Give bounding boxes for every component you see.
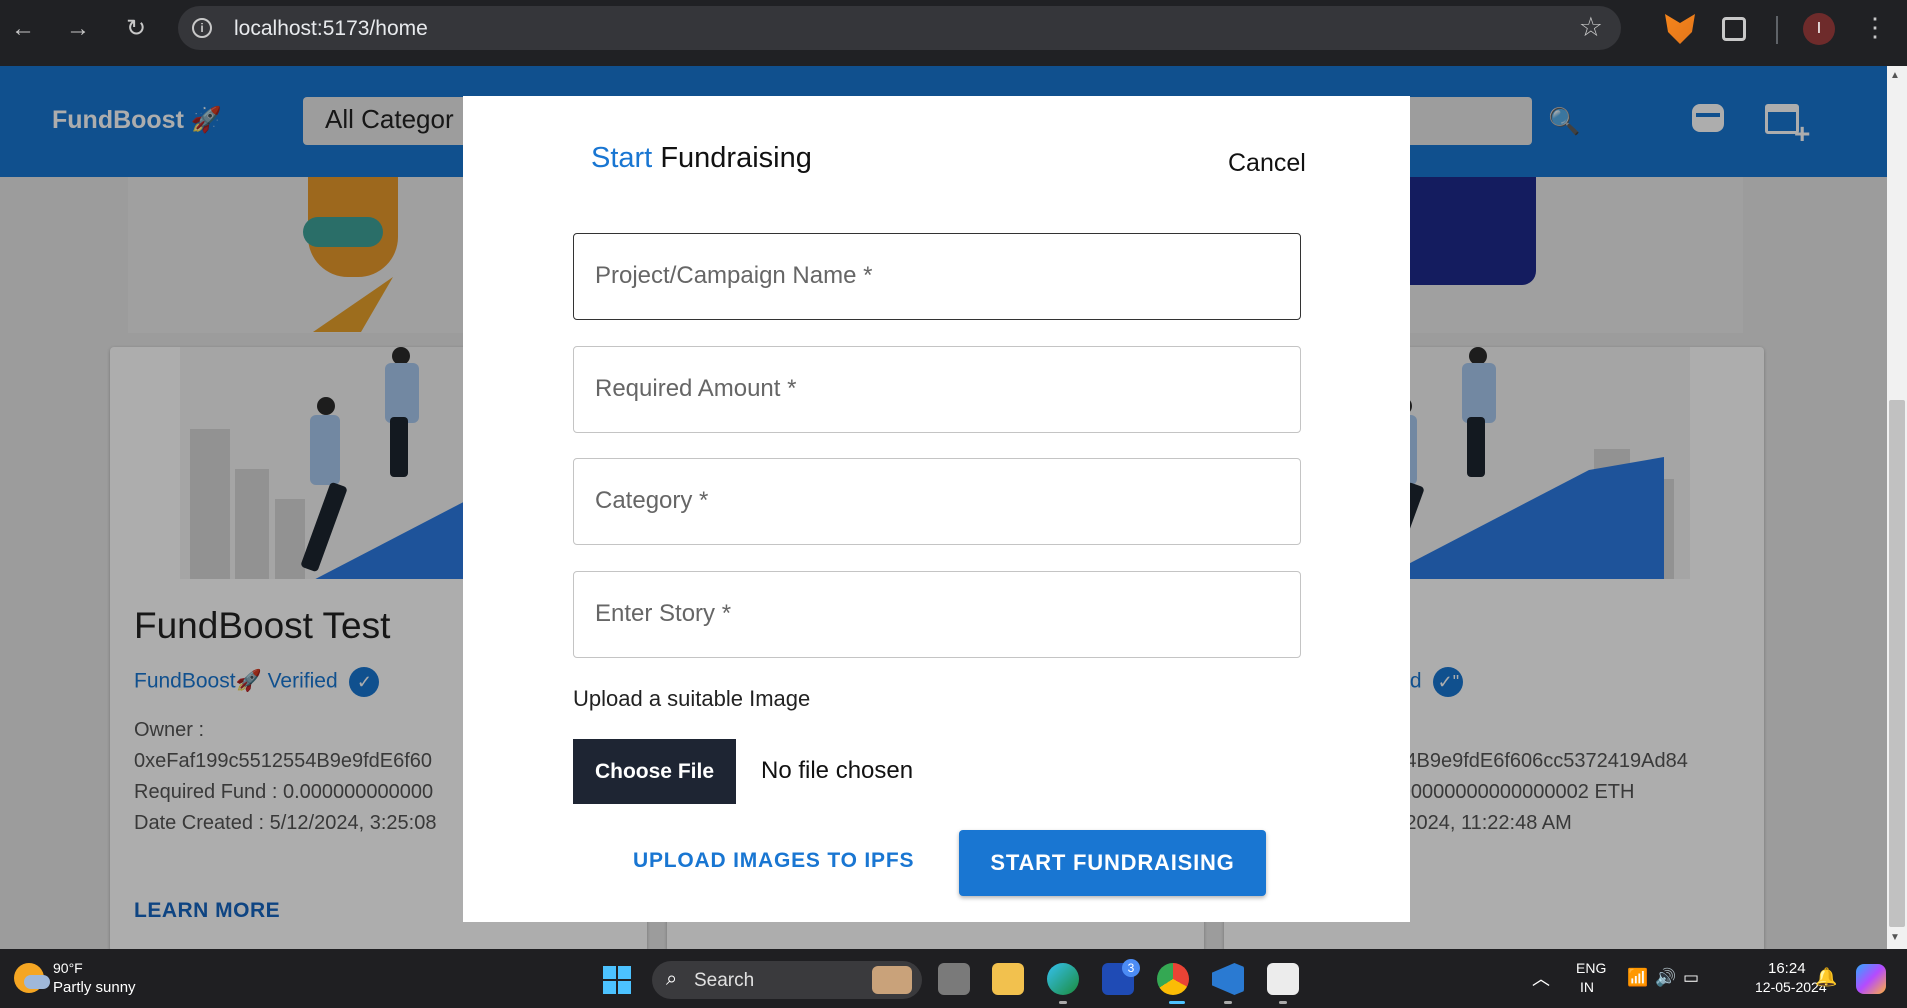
clock-time[interactable]: 16:24 bbox=[1768, 960, 1806, 977]
reload-icon[interactable]: ↻ bbox=[121, 14, 151, 44]
bookmark-star-icon[interactable]: ☆ bbox=[1579, 12, 1603, 43]
campaign-name-placeholder: Project/Campaign Name * bbox=[595, 262, 873, 289]
back-arrow-icon[interactable]: ← bbox=[8, 14, 38, 44]
running-indicator bbox=[1279, 1001, 1287, 1004]
dialog-title-accent: Start bbox=[591, 142, 653, 174]
metamask-fox-icon[interactable] bbox=[1665, 14, 1695, 44]
upload-ipfs-button[interactable]: UPLOAD IMAGES TO IPFS bbox=[633, 849, 914, 873]
upload-image-label: Upload a suitable Image bbox=[573, 686, 811, 711]
cancel-button[interactable]: Cancel bbox=[1228, 149, 1306, 178]
running-indicator bbox=[1224, 1001, 1232, 1004]
task-view-icon[interactable] bbox=[938, 963, 970, 995]
running-indicator bbox=[1059, 1001, 1067, 1004]
required-amount-placeholder: Required Amount * bbox=[595, 375, 797, 402]
start-fundraising-dialog: Start Fundraising Cancel Project/Campaig… bbox=[463, 96, 1410, 922]
windows-start-icon[interactable] bbox=[603, 966, 631, 994]
search-icon: ⌕ bbox=[666, 968, 678, 990]
dialog-title-rest: Fundraising bbox=[660, 142, 812, 174]
tray-overflow-chevron-icon[interactable]: ︿ bbox=[1532, 965, 1550, 991]
toolbar-divider bbox=[1776, 16, 1778, 44]
story-field[interactable]: Enter Story * bbox=[573, 571, 1301, 658]
url-text[interactable]: localhost:5173/home bbox=[234, 17, 428, 41]
chrome-browser-icon[interactable] bbox=[1157, 963, 1189, 995]
weather-condition[interactable]: Partly sunny bbox=[53, 979, 136, 996]
forward-arrow-icon[interactable]: → bbox=[63, 14, 93, 44]
address-bar[interactable]: i localhost:5173/home ☆ bbox=[178, 6, 1621, 50]
edge-browser-icon[interactable] bbox=[1047, 963, 1079, 995]
search-highlight-icon bbox=[872, 966, 912, 994]
notification-bell-icon[interactable]: 🔔 bbox=[1815, 967, 1837, 988]
more-menu-icon[interactable]: ⋮ bbox=[1862, 12, 1888, 43]
site-info-icon[interactable]: i bbox=[192, 18, 212, 38]
scroll-down-arrow-icon[interactable]: ▼ bbox=[1890, 932, 1900, 943]
category-placeholder: Category * bbox=[595, 487, 709, 514]
windows-taskbar: 90°F Partly sunny ⌕ Search 3 ︿ ENG IN 📶 … bbox=[0, 949, 1907, 1008]
volume-icon[interactable]: 🔊 bbox=[1655, 968, 1676, 988]
profile-avatar[interactable]: I bbox=[1803, 13, 1835, 45]
taskbar-search-label: Search bbox=[694, 970, 755, 991]
file-status-text: No file chosen bbox=[761, 757, 914, 784]
dialog-title: Start Fundraising bbox=[591, 142, 812, 175]
active-indicator bbox=[1169, 1001, 1185, 1004]
scroll-up-arrow-icon[interactable]: ▲ bbox=[1890, 70, 1900, 81]
extensions-puzzle-icon[interactable] bbox=[1722, 17, 1746, 41]
campaign-name-field[interactable]: Project/Campaign Name * bbox=[573, 233, 1301, 320]
category-field[interactable]: Category * bbox=[573, 458, 1301, 545]
weather-temperature[interactable]: 90°F bbox=[53, 960, 83, 976]
input-region[interactable]: IN bbox=[1580, 979, 1594, 995]
scrollbar-thumb[interactable] bbox=[1889, 400, 1905, 927]
taskbar-search[interactable]: ⌕ Search bbox=[652, 961, 922, 999]
input-language[interactable]: ENG bbox=[1576, 960, 1606, 976]
browser-toolbar: ← → ↻ i localhost:5173/home ☆ I ⋮ bbox=[0, 0, 1907, 66]
file-explorer-icon[interactable] bbox=[992, 963, 1024, 995]
weather-cloud-icon bbox=[24, 975, 50, 989]
required-amount-field[interactable]: Required Amount * bbox=[573, 346, 1301, 433]
snipping-tool-icon[interactable] bbox=[1267, 963, 1299, 995]
copilot-icon[interactable] bbox=[1856, 964, 1886, 994]
notification-count-badge: 3 bbox=[1122, 959, 1140, 977]
start-fundraising-button[interactable]: START FUNDRAISING bbox=[959, 830, 1266, 896]
story-placeholder: Enter Story * bbox=[595, 600, 732, 627]
battery-icon[interactable]: ▭ bbox=[1683, 968, 1699, 988]
choose-file-button[interactable]: Choose File bbox=[573, 739, 736, 804]
wifi-icon[interactable]: 📶 bbox=[1627, 968, 1648, 988]
vscode-icon[interactable] bbox=[1212, 963, 1244, 995]
